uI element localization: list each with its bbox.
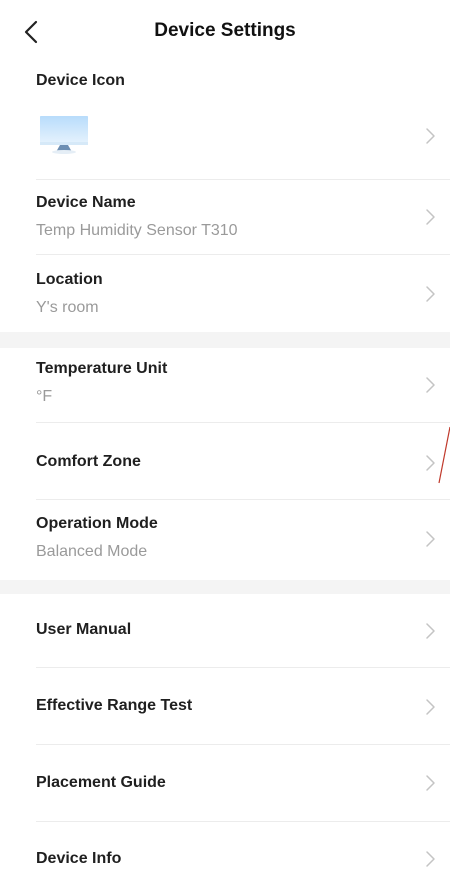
chevron-right-icon <box>426 531 435 547</box>
device-settings-screen: Device Settings Device Icon Device Name … <box>0 0 450 880</box>
user-manual-label: User Manual <box>36 621 132 638</box>
temperature-unit-row[interactable]: Temperature Unit °F <box>0 348 450 423</box>
chevron-right-icon <box>426 377 435 393</box>
chevron-right-icon <box>426 851 435 867</box>
chevron-right-icon <box>426 455 435 471</box>
location-label: Location <box>36 271 103 288</box>
chevron-right-icon <box>426 775 435 791</box>
operation-mode-label: Operation Mode <box>36 515 158 532</box>
device-name-value: Temp Humidity Sensor T310 <box>36 222 238 239</box>
chevron-right-icon <box>426 209 435 225</box>
comfort-zone-row[interactable]: Comfort Zone <box>0 423 450 500</box>
effective-range-test-row[interactable]: Effective Range Test <box>0 668 450 745</box>
chevron-right-icon <box>426 699 435 715</box>
page-title: Device Settings <box>154 20 296 41</box>
section-gap <box>0 332 450 348</box>
device-icon-row[interactable]: Device Icon <box>0 62 450 180</box>
header: Device Settings <box>0 0 450 62</box>
comfort-zone-label: Comfort Zone <box>36 453 141 470</box>
desktop-monitor-icon <box>40 116 88 154</box>
device-info-row[interactable]: Device Info <box>0 822 450 880</box>
device-info-label: Device Info <box>36 850 122 867</box>
location-row[interactable]: Location Y's room <box>0 255 450 332</box>
chevron-right-icon <box>426 128 435 144</box>
chevron-right-icon <box>426 286 435 302</box>
user-manual-row[interactable]: User Manual <box>0 594 450 668</box>
location-value: Y's room <box>36 299 99 316</box>
section-gap <box>0 580 450 594</box>
chevron-right-icon <box>426 623 435 639</box>
operation-mode-value: Balanced Mode <box>36 543 148 560</box>
device-icon-label: Device Icon <box>36 72 125 89</box>
device-name-label: Device Name <box>36 194 136 211</box>
device-name-row[interactable]: Device Name Temp Humidity Sensor T310 <box>0 180 450 255</box>
temperature-unit-value: °F <box>36 388 53 405</box>
placement-guide-row[interactable]: Placement Guide <box>0 745 450 822</box>
temperature-unit-label: Temperature Unit <box>36 360 168 377</box>
placement-guide-label: Placement Guide <box>36 774 166 791</box>
effective-range-test-label: Effective Range Test <box>36 697 193 714</box>
operation-mode-row[interactable]: Operation Mode Balanced Mode <box>0 500 450 580</box>
